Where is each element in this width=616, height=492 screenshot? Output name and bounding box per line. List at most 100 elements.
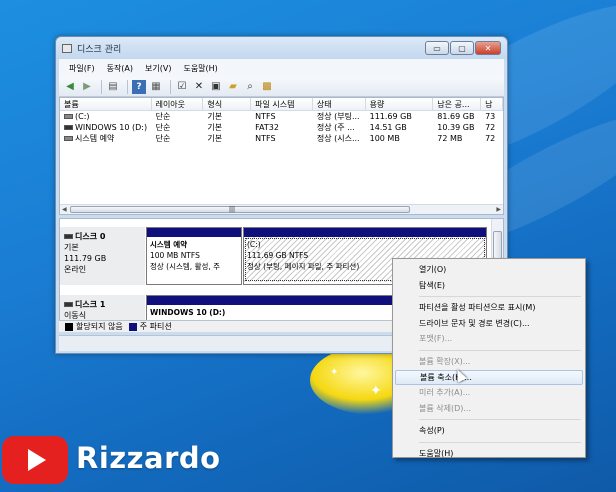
console-icon[interactable]: ▤: [106, 80, 120, 94]
menu-item-change-drive-letter[interactable]: 드라이브 문자 및 경로 변경(C)...: [395, 316, 583, 332]
forward-icon[interactable]: ▶: [80, 80, 94, 94]
scroll-left-icon[interactable]: ◀: [62, 205, 67, 214]
scrollbar-thumb[interactable]: |||: [70, 206, 410, 213]
volume-capacity: 100 MB: [369, 134, 400, 143]
rescan-icon[interactable]: ▩: [260, 80, 274, 94]
drive-icon: [64, 125, 73, 130]
volume-percent-free: 72: [485, 134, 496, 143]
brand-name: Rizzardo: [76, 441, 221, 475]
menu-separator: [419, 441, 581, 443]
table-row[interactable]: 시스템 예약 단순 기본 NTFS 정상 (시스... 100 MB 72 MB…: [60, 133, 503, 144]
help-icon[interactable]: ?: [132, 79, 146, 94]
column-header-free-space[interactable]: 남은 공...: [433, 98, 482, 110]
volume-type: 기본: [207, 123, 223, 132]
volume-name: WINDOWS 10 (D:): [75, 123, 148, 132]
disk-status: 온라인: [64, 265, 87, 274]
table-row[interactable]: WINDOWS 10 (D:) 단순 기본 FAT32 정상 (주 ... 14…: [60, 122, 503, 133]
maximize-button[interactable]: ▢: [450, 41, 474, 55]
volume-filesystem: FAT32: [255, 123, 279, 132]
volume-layout: 단순: [155, 123, 171, 132]
wallpaper-sparkle: ✦: [370, 383, 382, 399]
menu-view[interactable]: 보기(V): [139, 63, 177, 74]
toolbar: ◀ ▶ ▤ ? ▦ ☑ ✕ ▣ ▰ ⌕ ▩: [59, 77, 504, 97]
grip-icon: |||: [229, 206, 236, 213]
menu-item-help[interactable]: 도움말(H): [395, 446, 583, 462]
close-button[interactable]: ✕: [475, 41, 501, 55]
settings-icon[interactable]: ☑: [175, 80, 189, 94]
volume-capacity: 14.51 GB: [369, 123, 407, 132]
primary-partition-bar: [147, 228, 241, 237]
menu-item-open[interactable]: 열기(O): [395, 262, 583, 278]
play-icon: [28, 449, 46, 471]
minimize-button[interactable]: ▭: [425, 41, 449, 55]
column-header-filesystem[interactable]: 파일 시스템: [251, 98, 313, 110]
volume-free-space: 10.39 GB: [437, 123, 475, 132]
disk-0-label[interactable]: 디스크 0 기본 111.79 GB 온라인: [60, 227, 145, 285]
volume-name: 시스템 예약: [75, 134, 115, 143]
title-bar[interactable]: 디스크 관리 ▭ ▢ ✕: [56, 37, 507, 59]
volume-layout: 단순: [155, 112, 171, 121]
menu-item-shrink-volume[interactable]: 볼륨 축소(H)...: [395, 369, 583, 386]
disk-icon: [64, 302, 73, 307]
volume-type: 기본: [207, 112, 223, 121]
menu-item-format[interactable]: 포맷(F)...: [395, 331, 583, 347]
column-header-volume[interactable]: 볼륨: [60, 98, 152, 110]
volume-percent-free: 73: [485, 112, 496, 121]
volume-status: 정상 (시스...: [316, 134, 360, 143]
properties-sheet-icon[interactable]: ▣: [209, 80, 223, 94]
volume-status: 정상 (부팅...: [316, 112, 360, 121]
partition-status: 정상 (시스템, 활성, 주: [150, 262, 221, 271]
open-icon[interactable]: ▰: [226, 80, 240, 94]
window-title: 디스크 관리: [77, 44, 122, 55]
column-header-type[interactable]: 형식: [203, 98, 252, 110]
column-header-status[interactable]: 상태: [313, 98, 366, 110]
table-row[interactable]: (C:) 단순 기본 NTFS 정상 (부팅... 111.69 GB 81.6…: [60, 111, 503, 122]
menu-help[interactable]: 도움말(H): [177, 63, 223, 74]
disk-size: 111.79 GB: [64, 254, 107, 263]
menu-item-mark-active[interactable]: 파티션을 활성 파티션으로 표시(M): [395, 300, 583, 316]
legend-primary-partition: 주 파티션: [139, 322, 172, 331]
disk-icon: [64, 234, 73, 239]
volume-filesystem: NTFS: [255, 112, 276, 121]
volume-list-header: 볼륨 레이아웃 형식 파일 시스템 상태 용량 남은 공... 남: [60, 98, 503, 111]
toolbar-separator: [170, 79, 171, 94]
menu-item-delete-volume[interactable]: 볼륨 삭제(D)...: [395, 401, 583, 417]
scroll-right-icon[interactable]: ▶: [496, 205, 501, 214]
menu-item-extend-volume[interactable]: 볼륨 확장(X)...: [395, 354, 583, 370]
volume-filesystem: NTFS: [255, 134, 276, 143]
menu-item-properties[interactable]: 속성(P): [395, 423, 583, 439]
back-icon[interactable]: ◀: [63, 80, 77, 94]
volume-percent-free: 72: [485, 123, 496, 132]
horizontal-scrollbar[interactable]: ◀ ||| ▶: [60, 204, 503, 214]
menu-item-explore[interactable]: 탐색(E): [395, 278, 583, 294]
toolbar-separator: [127, 79, 128, 94]
disk-name: 디스크 1: [75, 300, 106, 309]
menu-separator: [419, 419, 581, 421]
menu-action[interactable]: 동작(A): [101, 63, 139, 74]
context-menu: 열기(O) 탐색(E) 파티션을 활성 파티션으로 표시(M) 드라이브 문자 …: [392, 258, 586, 458]
unallocated-swatch: [65, 322, 73, 331]
delete-icon[interactable]: ✕: [192, 80, 206, 94]
volume-free-space: 72 MB: [437, 134, 463, 143]
volume-name: (C:): [75, 112, 90, 121]
search-icon[interactable]: ⌕: [243, 80, 257, 94]
menu-separator: [419, 296, 581, 298]
volume-system-reserved[interactable]: 시스템 예약 100 MB NTFS 정상 (시스템, 활성, 주: [146, 227, 242, 285]
column-header-layout[interactable]: 레이아웃: [152, 98, 204, 110]
volume-list: 볼륨 레이아웃 형식 파일 시스템 상태 용량 남은 공... 남 (C:) 단…: [59, 97, 504, 215]
toolbar-separator: [101, 79, 102, 94]
volume-type: 기본: [207, 134, 223, 143]
scrollbar-thumb[interactable]: [493, 231, 502, 259]
drive-icon: [64, 114, 73, 119]
menu-file[interactable]: 파일(F): [63, 63, 101, 74]
volume-capacity: 111.69 GB: [369, 112, 412, 121]
disk-type: 기본: [64, 243, 79, 252]
menu-item-add-mirror[interactable]: 미러 추가(A)...: [395, 385, 583, 401]
menu-bar: 파일(F) 동작(A) 보기(V) 도움말(H): [59, 59, 504, 77]
primary-partition-bar: [244, 228, 486, 237]
column-header-capacity[interactable]: 용량: [366, 98, 434, 110]
volume-layout: 단순: [155, 134, 171, 143]
properties-icon[interactable]: ▦: [149, 80, 163, 94]
disk-name: 디스크 0: [75, 232, 106, 241]
column-header-percent-free[interactable]: 남: [481, 98, 503, 110]
